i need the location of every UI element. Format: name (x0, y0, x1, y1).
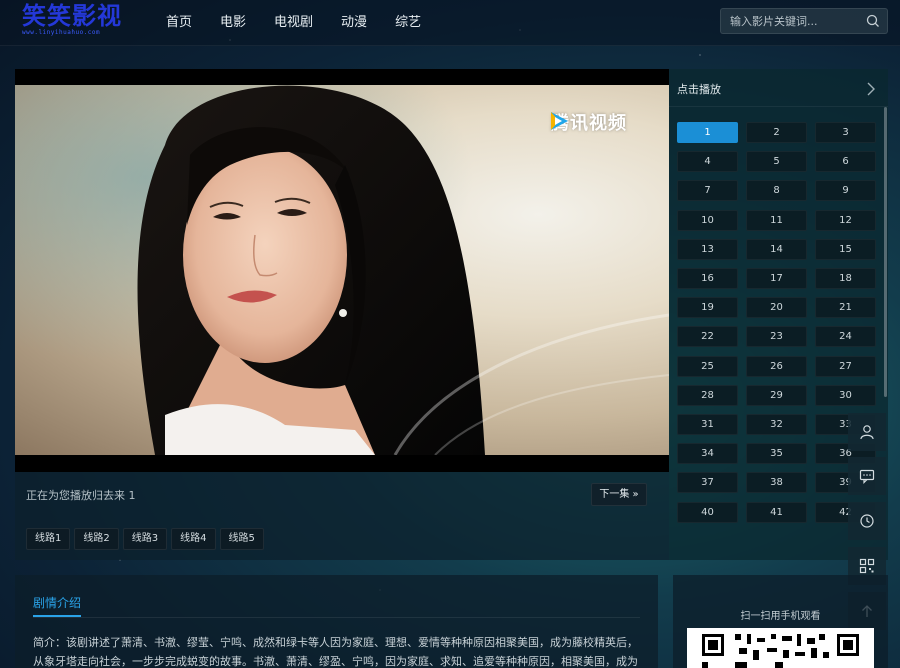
next-episode-label: 下一集 (599, 489, 630, 500)
nav-item-home[interactable]: 首页 (154, 0, 204, 46)
search-icon[interactable] (865, 13, 881, 29)
episode-button[interactable]: 24 (815, 326, 876, 348)
line-button-2[interactable]: 线路2 (74, 528, 119, 550)
next-episode-button[interactable]: 下一集 » (591, 483, 647, 506)
episode-button[interactable]: 4 (677, 151, 738, 173)
site-logo[interactable]: 笑笑影视 www.linyihuahuo.com (22, 2, 132, 42)
episode-button[interactable]: 40 (677, 501, 738, 523)
episode-button[interactable]: 21 (815, 297, 876, 319)
nav-item-anime[interactable]: 动漫 (329, 0, 379, 46)
mobile-qr-card: 扫一扫用手机观看 (673, 575, 888, 668)
history-icon (860, 514, 874, 528)
episode-button[interactable]: 28 (677, 384, 738, 406)
user-icon (860, 425, 874, 440)
main-nav: 首页 电影 电视剧 动漫 综艺 (154, 0, 437, 46)
episode-button[interactable]: 34 (677, 443, 738, 465)
nav-item-tv[interactable]: 电视剧 (262, 0, 325, 46)
episode-button[interactable]: 3 (815, 122, 876, 143)
line-button-5[interactable]: 线路5 (219, 528, 264, 550)
episode-button[interactable]: 37 (677, 472, 738, 494)
episode-button[interactable]: 18 (815, 268, 876, 289)
qr-caption: 扫一扫用手机观看 (740, 611, 821, 622)
episode-button[interactable]: 27 (815, 355, 876, 377)
nav-item-variety[interactable]: 综艺 (383, 0, 433, 46)
line-button-4[interactable]: 线路4 (171, 528, 216, 550)
source-lines: 线路1 线路2 线路3 线路4 线路5 (26, 528, 268, 550)
episode-button[interactable]: 2 (746, 122, 807, 143)
tencent-video-logo-icon (551, 112, 568, 130)
episode-button[interactable]: 38 (746, 472, 807, 494)
video-still (15, 85, 669, 455)
video-player[interactable]: 腾讯视频 (15, 69, 669, 472)
episode-button[interactable]: 8 (746, 180, 807, 202)
history-button[interactable] (848, 502, 886, 540)
episode-button[interactable]: 5 (746, 151, 807, 173)
synopsis-title[interactable]: 剧情介绍 (33, 594, 81, 611)
line-button-1[interactable]: 线路1 (26, 528, 71, 550)
user-button[interactable] (848, 413, 886, 451)
video-frame[interactable]: 腾讯视频 (15, 85, 669, 455)
episode-button[interactable]: 17 (746, 268, 807, 289)
logo-text: 笑笑影视 (22, 1, 122, 30)
message-icon (859, 469, 875, 484)
tencent-video-watermark: 腾讯视频 (547, 109, 627, 135)
episode-button[interactable]: 11 (746, 209, 807, 231)
episode-button[interactable]: 32 (746, 414, 807, 435)
episode-button[interactable]: 13 (677, 238, 738, 260)
episode-panel-title: 点击播放 (677, 83, 721, 96)
episode-button[interactable]: 29 (746, 384, 807, 406)
logo-url: www.linyihuahuo.com (22, 29, 101, 36)
qrcode-icon (859, 558, 875, 574)
episode-button[interactable]: 10 (677, 209, 738, 231)
episode-scrollbar[interactable] (884, 107, 887, 397)
chevron-right-icon[interactable] (866, 81, 876, 96)
episode-button[interactable]: 31 (677, 414, 738, 435)
episode-button[interactable]: 12 (815, 209, 876, 231)
episode-button[interactable]: 25 (677, 355, 738, 377)
episode-button[interactable]: 35 (746, 443, 807, 465)
site-header: 笑笑影视 www.linyihuahuo.com 首页 电影 电视剧 动漫 综艺 (0, 0, 900, 46)
nav-item-movies[interactable]: 电影 (208, 0, 258, 46)
now-playing-text: 正在为您播放归去来 1 (26, 489, 136, 502)
synopsis-tab-underline (33, 615, 81, 617)
synopsis-divider (33, 617, 640, 618)
double-chevron-right-icon: » (632, 489, 639, 500)
episode-button[interactable]: 22 (677, 326, 738, 348)
qr-code-image (687, 628, 874, 668)
synopsis-section: 剧情介绍 简介：该剧讲述了萧清、书澈、缪莹、宁鸣、成然和绿卡等人因为家庭、理想、… (15, 575, 658, 668)
episode-button[interactable]: 9 (815, 180, 876, 202)
episode-button[interactable]: 26 (746, 355, 807, 377)
episode-button[interactable]: 41 (746, 501, 807, 523)
episode-button[interactable]: 15 (815, 238, 876, 260)
episode-button[interactable]: 19 (677, 297, 738, 319)
episode-button[interactable]: 14 (746, 238, 807, 260)
message-button[interactable] (848, 457, 886, 495)
episode-button[interactable]: 20 (746, 297, 807, 319)
search-input[interactable] (721, 9, 861, 33)
episode-button[interactable]: 23 (746, 326, 807, 348)
line-button-3[interactable]: 线路3 (122, 528, 168, 550)
search-box (720, 8, 888, 34)
episode-button[interactable]: 16 (677, 268, 738, 289)
synopsis-text: 简介：该剧讲述了萧清、书澈、缪莹、宁鸣、成然和绿卡等人因为家庭、理想、爱情等种种… (33, 636, 638, 668)
episode-button[interactable]: 7 (677, 180, 738, 202)
episode-panel-header[interactable]: 点击播放 (669, 69, 888, 107)
player-controls-bar: 正在为您播放归去来 1 下一集 » 线路1 线路2 线路3 线路4 线路5 (15, 472, 669, 560)
episode-button[interactable]: 6 (815, 151, 876, 173)
episode-button[interactable]: 30 (815, 384, 876, 406)
episode-button[interactable]: 1 (677, 122, 738, 143)
